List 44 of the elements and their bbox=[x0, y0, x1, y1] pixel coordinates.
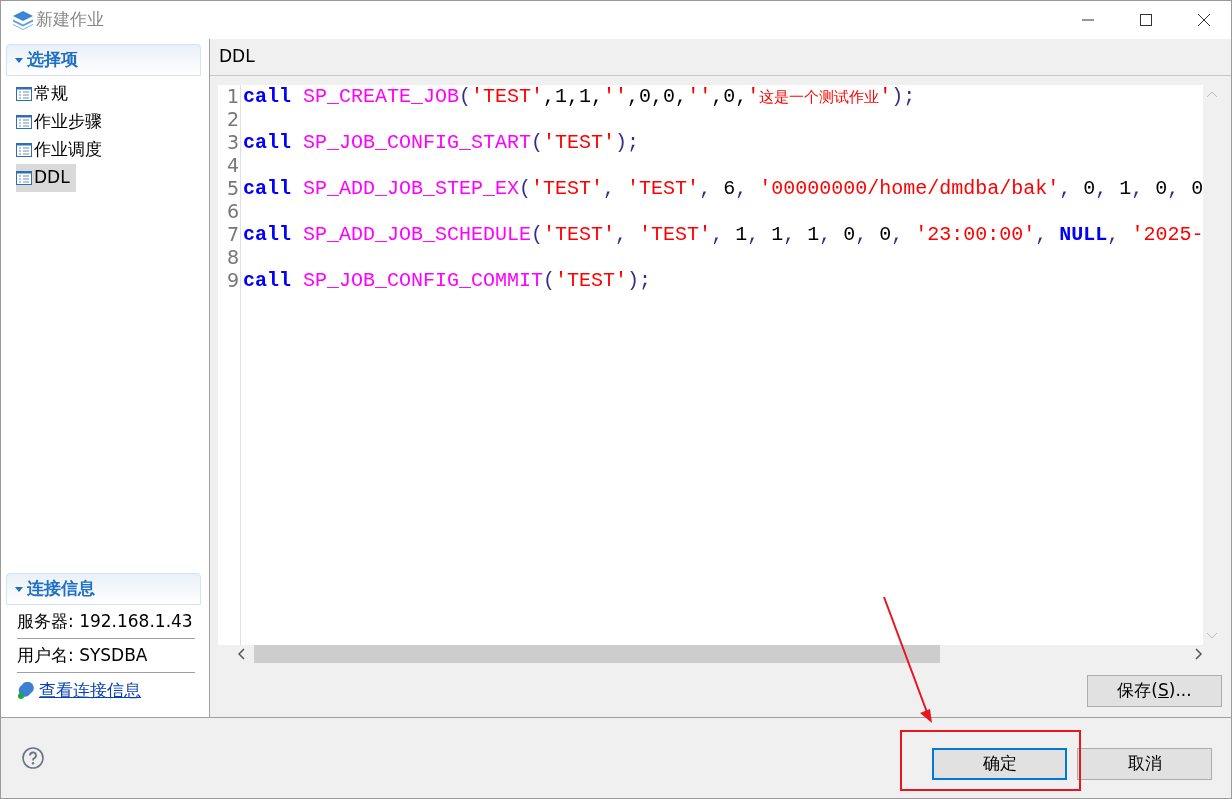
panel-title: DDL bbox=[219, 45, 255, 69]
nav-item[interactable]: 作业步骤 bbox=[16, 108, 108, 136]
list-icon bbox=[16, 87, 32, 101]
connection-info-text: 用户名: SYSDBA bbox=[17, 639, 195, 673]
dialog-button[interactable]: 确定 bbox=[932, 748, 1067, 780]
connection-icon bbox=[17, 682, 35, 700]
save-button[interactable]: 保存(S)... bbox=[1087, 675, 1222, 707]
chevron-down-icon[interactable] bbox=[1206, 632, 1218, 639]
nav-item[interactable]: 作业调度 bbox=[16, 136, 108, 164]
window-title: 新建作业 bbox=[36, 8, 104, 32]
view-connection-link[interactable]: 查看连接信息 bbox=[39, 678, 141, 704]
layers-icon bbox=[12, 10, 34, 30]
code-line: call SP_CREATE_JOB('TEST',1,1,'',0,0,'',0,'这是一个测试作业'); bbox=[243, 85, 917, 108]
caret-down-icon bbox=[15, 585, 23, 593]
line-number: 8 bbox=[226, 246, 240, 269]
list-icon bbox=[16, 171, 32, 185]
chevron-right-icon[interactable] bbox=[1195, 648, 1203, 660]
line-number: 9 bbox=[226, 269, 240, 292]
help-icon[interactable] bbox=[22, 747, 44, 769]
maximize-icon bbox=[1140, 14, 1152, 26]
section-header[interactable]: 连接信息 bbox=[6, 573, 201, 605]
dialog-button[interactable]: 取消 bbox=[1077, 748, 1212, 780]
close-icon bbox=[1198, 14, 1210, 26]
line-number: 1 bbox=[226, 85, 240, 108]
chevron-up-icon[interactable] bbox=[1206, 91, 1218, 98]
line-number: 2 bbox=[226, 108, 240, 131]
connection-info-text: 服务器: 192.168.1.43 bbox=[17, 605, 195, 639]
chevron-left-icon[interactable] bbox=[238, 648, 246, 660]
code-line: call SP_ADD_JOB_SCHEDULE('TEST', 'TEST', 1, 1, 1, 0, 0, '23:00:00', NULL, '2025- bbox=[243, 223, 1203, 246]
nav-item[interactable]: 常规 bbox=[16, 80, 74, 108]
line-number: 4 bbox=[226, 154, 240, 177]
line-number: 5 bbox=[226, 177, 240, 200]
section-header[interactable]: 选择项 bbox=[6, 44, 201, 76]
list-icon bbox=[16, 143, 32, 157]
line-number: 6 bbox=[226, 200, 240, 223]
caret-down-icon bbox=[15, 56, 23, 64]
line-number: 3 bbox=[226, 131, 240, 154]
minimize-icon bbox=[1082, 19, 1094, 21]
list-icon bbox=[16, 115, 32, 129]
code-line: call SP_JOB_CONFIG_COMMIT('TEST'); bbox=[243, 269, 653, 292]
line-number: 7 bbox=[226, 223, 240, 246]
code-line: call SP_ADD_JOB_STEP_EX('TEST', 'TEST', 6, '00000000/home/dmdba/bak', 0, 1, 0, 0 bbox=[243, 177, 1203, 200]
code-line: call SP_JOB_CONFIG_START('TEST'); bbox=[243, 131, 641, 154]
nav-item[interactable]: DDL bbox=[16, 164, 76, 192]
